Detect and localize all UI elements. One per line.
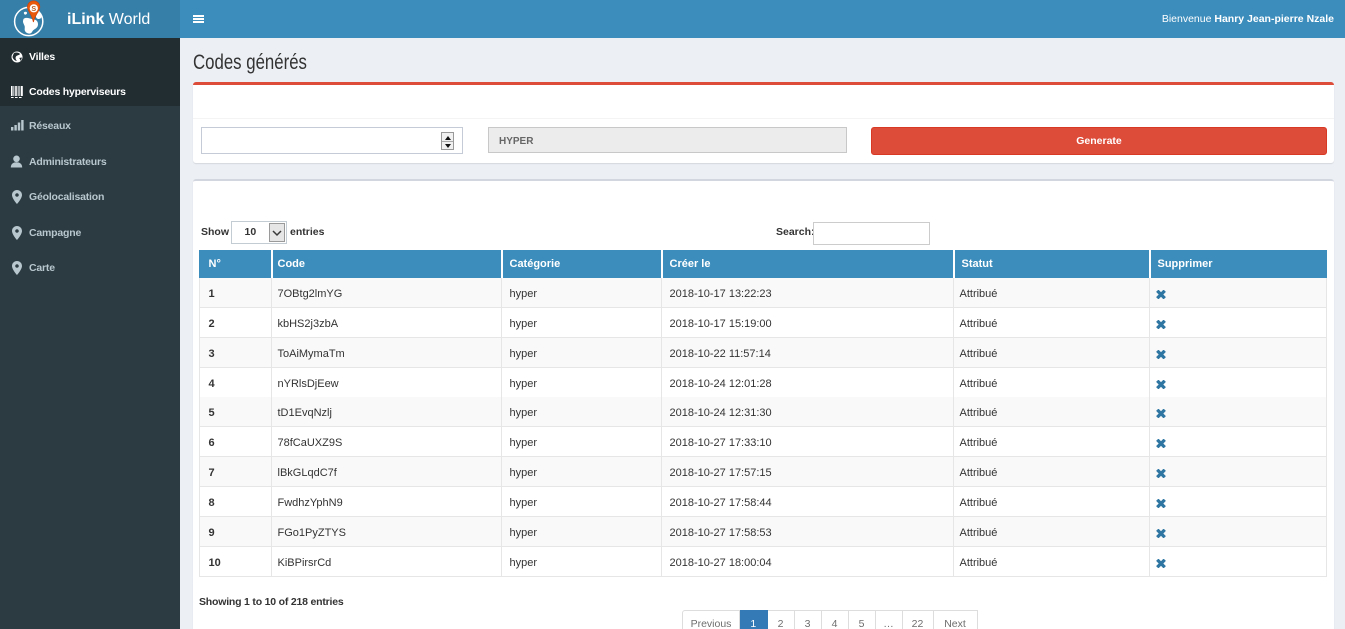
svg-text:S: S (31, 4, 36, 13)
